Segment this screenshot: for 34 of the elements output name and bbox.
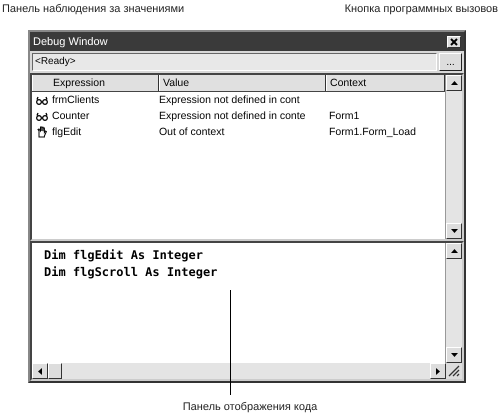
scrollbar[interactable] <box>445 75 462 239</box>
close-icon <box>450 38 458 46</box>
value-cell-text: Expression not defined in conte <box>159 110 307 122</box>
glasses-icon <box>36 96 48 104</box>
context-cell-text: Form1.Form_Load <box>328 126 416 138</box>
expression-cell-text: Counter <box>51 110 90 122</box>
resize-grip-icon <box>446 363 460 377</box>
hand-icon <box>36 126 48 138</box>
up-arrow-icon <box>450 81 458 85</box>
callout-label: Панель наблюдения за значениями <box>2 3 184 15</box>
value-cell-text: Expression not defined in cont <box>159 94 301 106</box>
down-arrow-icon <box>450 353 458 357</box>
down-arrow-icon <box>450 229 458 233</box>
value-cell-text: Out of context <box>159 126 226 138</box>
callout-label: Панель отображения кода <box>182 401 318 413</box>
callout-label: Кнопка программных вызовов <box>344 3 498 15</box>
expression-cell-text: frmClients <box>51 94 100 106</box>
left-arrow-icon <box>38 368 42 374</box>
close-button[interactable] <box>447 36 461 48</box>
scrollbar[interactable] <box>32 363 462 379</box>
scrollbar[interactable] <box>445 243 462 363</box>
code-line: Dim flgScroll As Integer <box>44 264 218 281</box>
right-arrow-icon <box>436 368 440 374</box>
column-header[interactable]: Value <box>159 75 326 91</box>
glasses-icon <box>36 112 48 120</box>
status-field: <Ready> <box>32 53 437 71</box>
window-title: Debug Window <box>33 36 108 48</box>
scroll-thumb[interactable] <box>48 363 62 379</box>
code-line: Dim flgEdit As Integer <box>44 247 204 264</box>
column-header[interactable]: Expression <box>32 75 159 91</box>
calls-button[interactable]: ... <box>439 53 462 71</box>
up-arrow-icon <box>450 249 458 253</box>
context-cell-text: Form1 <box>328 110 360 122</box>
expression-cell-text: flgEdit <box>51 126 82 138</box>
